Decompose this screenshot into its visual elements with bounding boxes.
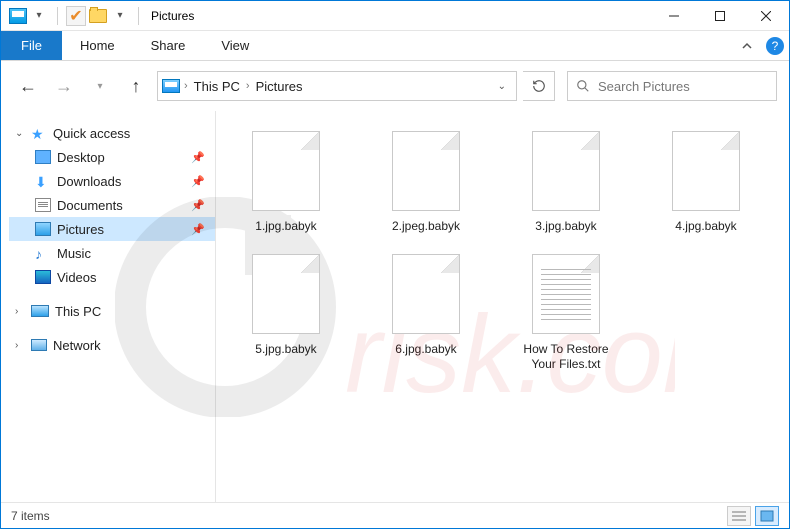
sidebar-item-videos[interactable]: Videos <box>9 265 215 289</box>
chevron-right-icon[interactable]: › <box>15 306 25 317</box>
folder-icon <box>35 150 51 164</box>
sidebar-item-label: Downloads <box>57 174 121 189</box>
chevron-down-icon[interactable]: ⌄ <box>15 128 25 139</box>
app-icon <box>9 8 27 24</box>
sidebar-item-label: Pictures <box>57 222 104 237</box>
refresh-button[interactable] <box>523 71 555 101</box>
blank-file-icon <box>392 254 460 334</box>
star-icon: ★ <box>31 126 47 140</box>
large-icons-view-button[interactable] <box>755 506 779 526</box>
file-item[interactable]: How To Restore Your Files.txt <box>516 254 616 372</box>
file-item[interactable]: 6.jpg.babyk <box>376 254 476 372</box>
qat-folder[interactable] <box>88 6 108 26</box>
pc-icon <box>31 305 49 317</box>
window-title: Pictures <box>145 9 651 23</box>
pin-icon: 📌 <box>191 223 205 236</box>
blank-file-icon <box>672 131 740 211</box>
sidebar-item-label: This PC <box>55 304 101 319</box>
search-placeholder: Search Pictures <box>598 79 690 94</box>
chevron-right-icon[interactable]: › <box>246 80 250 92</box>
file-item[interactable]: 4.jpg.babyk <box>656 131 756 234</box>
pin-icon: 📌 <box>191 175 205 188</box>
file-label: 6.jpg.babyk <box>395 342 456 357</box>
file-label: 3.jpg.babyk <box>535 219 596 234</box>
minimize-button[interactable] <box>651 1 697 31</box>
pin-icon: 📌 <box>191 151 205 164</box>
download-icon: ⬇ <box>35 174 51 188</box>
file-pane[interactable]: 1.jpg.babyk 2.jpeg.babyk 3.jpg.babyk 4.jpg.… <box>216 111 789 502</box>
file-item[interactable]: 2.jpeg.babyk <box>376 131 476 234</box>
file-label: 1.jpg.babyk <box>255 219 316 234</box>
breadcrumb-this-pc[interactable]: This PC <box>192 79 242 94</box>
video-icon <box>35 270 51 284</box>
qat-more[interactable]: ▾ <box>110 6 130 26</box>
search-input[interactable]: Search Pictures <box>567 71 777 101</box>
tree-network[interactable]: › Network <box>9 333 215 357</box>
tab-view[interactable]: View <box>203 31 267 60</box>
status-bar: 7 items <box>1 502 789 528</box>
qat-dropdown[interactable]: ▾ <box>29 6 49 26</box>
file-label: 5.jpg.babyk <box>255 342 316 357</box>
address-bar[interactable]: › This PC › Pictures ⌄ <box>157 71 517 101</box>
recent-locations-dropdown[interactable]: ▾ <box>85 71 115 101</box>
file-label: 2.jpeg.babyk <box>392 219 460 234</box>
file-item[interactable]: 3.jpg.babyk <box>516 131 616 234</box>
back-button[interactable]: ← <box>13 71 43 101</box>
file-item[interactable]: 1.jpg.babyk <box>236 131 336 234</box>
navigation-pane: ⌄ ★ Quick access Desktop 📌 ⬇ Downloads 📌… <box>1 111 216 502</box>
up-button[interactable]: ↑ <box>121 71 151 101</box>
pin-icon: 📌 <box>191 199 205 212</box>
file-label: 4.jpg.babyk <box>675 219 736 234</box>
ribbon-collapse-icon[interactable] <box>733 31 761 60</box>
file-label: How To Restore Your Files.txt <box>516 342 616 372</box>
tab-home[interactable]: Home <box>62 31 133 60</box>
help-button[interactable]: ? <box>761 31 789 60</box>
sidebar-item-downloads[interactable]: ⬇ Downloads 📌 <box>9 169 215 193</box>
address-dropdown[interactable]: ⌄ <box>492 81 512 92</box>
forward-button[interactable]: → <box>49 71 79 101</box>
sidebar-item-label: Network <box>53 338 101 353</box>
sidebar-item-pictures[interactable]: Pictures 📌 <box>9 217 215 241</box>
sidebar-item-documents[interactable]: Documents 📌 <box>9 193 215 217</box>
search-icon <box>576 79 590 93</box>
chevron-right-icon[interactable]: › <box>15 340 25 351</box>
music-icon: ♪ <box>35 246 51 260</box>
pictures-icon <box>35 222 51 236</box>
tab-share[interactable]: Share <box>133 31 204 60</box>
breadcrumb-pictures[interactable]: Pictures <box>254 79 305 94</box>
sidebar-item-label: Music <box>57 246 91 261</box>
blank-file-icon <box>532 131 600 211</box>
tree-this-pc[interactable]: › This PC <box>9 299 215 323</box>
sidebar-item-music[interactable]: ♪ Music <box>9 241 215 265</box>
sidebar-item-label: Desktop <box>57 150 105 165</box>
blank-file-icon <box>252 254 320 334</box>
sidebar-item-label: Quick access <box>53 126 130 141</box>
chevron-right-icon[interactable]: › <box>184 80 188 92</box>
file-tab[interactable]: File <box>1 31 62 60</box>
details-view-button[interactable] <box>727 506 751 526</box>
breadcrumb-icon <box>162 79 180 93</box>
document-icon <box>35 198 51 212</box>
sidebar-item-desktop[interactable]: Desktop 📌 <box>9 145 215 169</box>
file-item[interactable]: 5.jpg.babyk <box>236 254 336 372</box>
maximize-button[interactable] <box>697 1 743 31</box>
sidebar-item-label: Videos <box>57 270 97 285</box>
network-icon <box>31 339 47 351</box>
blank-file-icon <box>252 131 320 211</box>
qat-check[interactable]: ✔ <box>66 6 86 26</box>
status-item-count: 7 items <box>11 509 50 523</box>
ribbon: File Home Share View ? <box>1 31 789 61</box>
text-file-icon <box>532 254 600 334</box>
blank-file-icon <box>392 131 460 211</box>
close-button[interactable] <box>743 1 789 31</box>
tree-quick-access[interactable]: ⌄ ★ Quick access <box>9 121 215 145</box>
nav-row: ← → ▾ ↑ › This PC › Pictures ⌄ Search Pi… <box>1 61 789 111</box>
titlebar: ▾ ✔ ▾ Pictures <box>1 1 789 31</box>
sidebar-item-label: Documents <box>57 198 123 213</box>
